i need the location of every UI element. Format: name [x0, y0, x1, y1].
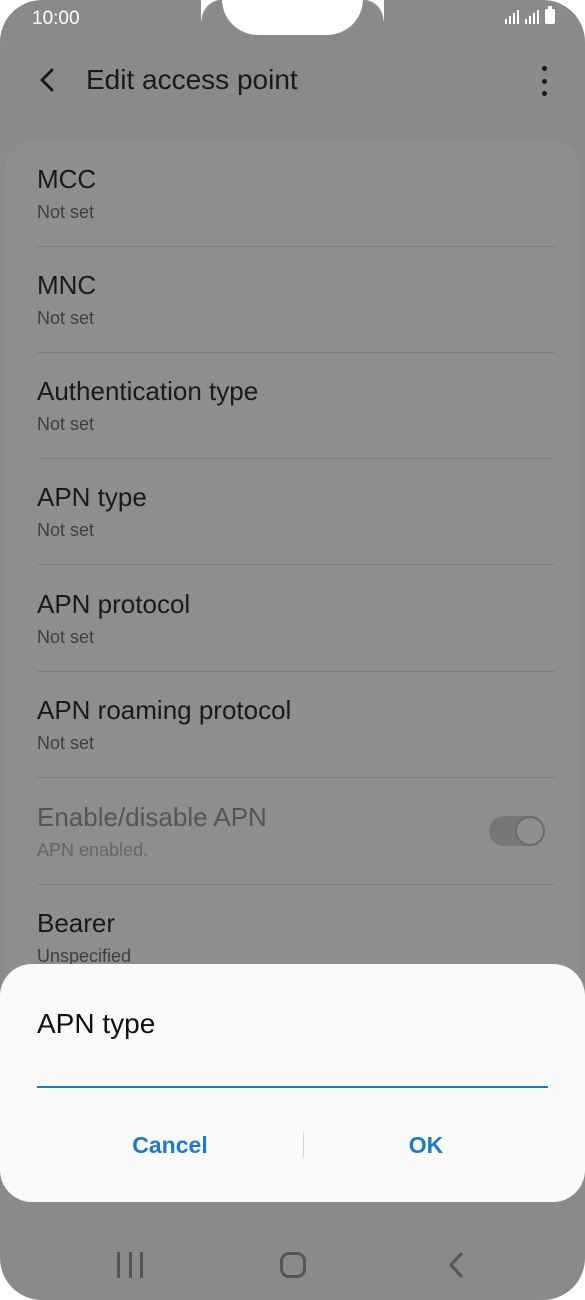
setting-value: APN enabled.	[37, 840, 149, 860]
ok-button[interactable]: OK	[296, 1130, 556, 1160]
cancel-button[interactable]: Cancel	[40, 1130, 300, 1160]
apn-enable-toggle	[489, 816, 545, 846]
setting-label: MNC	[37, 270, 97, 300]
camera-notch	[222, 0, 384, 35]
setting-label: Bearer	[37, 908, 116, 938]
signal-icon	[525, 10, 539, 24]
setting-label: MCC	[37, 164, 97, 194]
page-title: Edit access point	[86, 64, 298, 95]
setting-row-mnc[interactable]: MNC Not set	[37, 246, 555, 353]
back-arrow-icon[interactable]	[34, 64, 62, 96]
apn-type-dialog: APN type Cancel OK	[0, 964, 585, 1202]
app-bar: Edit access point	[0, 50, 585, 110]
setting-value: Not set	[37, 627, 95, 647]
setting-label: APN protocol	[37, 589, 191, 619]
setting-label: Enable/disable APN	[37, 802, 267, 832]
setting-label: APN type	[37, 482, 147, 512]
setting-value: Not set	[37, 520, 95, 540]
setting-value: Not set	[37, 202, 95, 222]
battery-icon	[545, 6, 555, 24]
setting-row-apn-roaming-protocol[interactable]: APN roaming protocol Not set	[37, 671, 555, 778]
setting-row-apn-protocol[interactable]: APN protocol Not set	[37, 565, 555, 672]
signal-icon	[505, 10, 519, 24]
more-vertical-icon[interactable]	[539, 66, 549, 96]
status-icons	[505, 6, 555, 24]
setting-row-authentication-type[interactable]: Authentication type Not set	[37, 352, 555, 459]
status-time: 10:00	[32, 8, 80, 29]
setting-label: Authentication type	[37, 376, 259, 406]
toggle-knob	[515, 816, 545, 846]
home-icon[interactable]	[280, 1252, 306, 1278]
setting-row-enable-apn: Enable/disable APN APN enabled.	[37, 778, 555, 885]
setting-value: Not set	[37, 414, 95, 434]
recents-icon[interactable]	[117, 1252, 143, 1278]
setting-row-mcc[interactable]: MCC Not set	[37, 140, 555, 247]
navigation-bar	[0, 1226, 585, 1300]
setting-label: APN roaming protocol	[37, 695, 292, 725]
setting-value: Not set	[37, 733, 95, 753]
setting-value: Not set	[37, 308, 95, 328]
setting-row-apn-type[interactable]: APN type Not set	[37, 458, 555, 565]
dialog-title: APN type	[37, 1008, 156, 1039]
phone-screen: 10:00 Edit access point MCC Not set MNC …	[0, 0, 585, 1300]
apn-type-input[interactable]	[37, 1050, 548, 1088]
back-icon[interactable]	[446, 1250, 466, 1280]
